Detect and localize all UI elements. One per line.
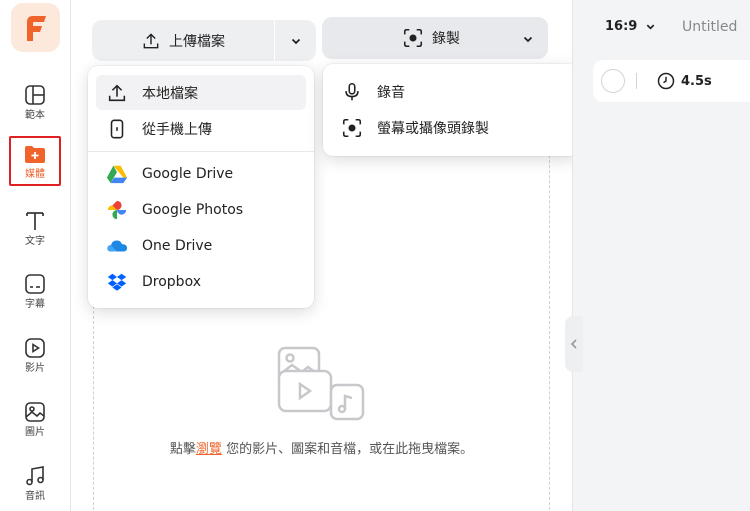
duration-value: 4.5s <box>681 73 712 89</box>
google-photos-icon <box>107 200 127 219</box>
menu-item-google-drive[interactable]: Google Drive <box>96 156 306 191</box>
dropzone-instructions: 點擊瀏覽 您的影片、圖案和音檔，或在此拖曳檔案。 <box>71 438 572 457</box>
record-dropdown-menu: 錄音 螢幕或攝像頭錄製 <box>323 64 579 156</box>
sidebar-item-label: 音訊 <box>25 491 45 502</box>
app-window: 範本 媒體 文字 字幕 影片 圖片 音訊 上傳檔案 錄製 點擊瀏覽 您的影片、圖… <box>0 0 750 511</box>
menu-item-label: 從手機上傳 <box>142 121 212 138</box>
menu-item-one-drive[interactable]: One Drive <box>96 228 306 263</box>
record-dropdown-toggle[interactable] <box>522 30 534 49</box>
record-button-content: 錄製 <box>322 27 502 49</box>
upload-dropdown-toggle[interactable] <box>275 35 316 47</box>
chevron-down-icon <box>291 38 300 44</box>
project-title[interactable]: Untitled <box>682 19 737 35</box>
menu-item-label: One Drive <box>142 237 213 254</box>
upload-split-button: 上傳檔案 <box>92 20 316 61</box>
app-logo[interactable] <box>11 3 60 52</box>
google-drive-icon <box>106 165 128 183</box>
menu-item-label: Google Photos <box>142 201 244 218</box>
menu-item-phone-upload[interactable]: 從手機上傳 <box>96 111 306 146</box>
sidebar-item-subtitles[interactable]: 字幕 <box>9 266 61 316</box>
sidebar-item-text[interactable]: 文字 <box>9 203 61 253</box>
music-icon <box>26 466 44 486</box>
menu-divider <box>88 151 314 152</box>
dropbox-icon <box>107 273 127 291</box>
menu-item-label: Google Drive <box>142 165 234 182</box>
chevron-down-icon <box>523 36 533 43</box>
record-button-label: 錄製 <box>432 31 460 47</box>
menu-item-label: 錄音 <box>377 84 405 101</box>
duration-control[interactable]: 4.5s <box>656 71 712 91</box>
upload-icon <box>143 32 159 48</box>
upload-dropdown-menu: 本地檔案 從手機上傳 Google Drive Google Photos On… <box>88 66 314 308</box>
sidebar-item-label: 影片 <box>25 363 45 374</box>
logo-icon <box>26 15 46 41</box>
sidebar-item-templates[interactable]: 範本 <box>9 77 61 127</box>
menu-item-local-file[interactable]: 本地檔案 <box>96 75 306 110</box>
chevron-down-icon <box>647 24 655 30</box>
right-panel: 16:9 Untitled 4.5s <box>572 0 750 511</box>
screen-record-icon <box>342 118 362 137</box>
browse-link[interactable]: 瀏覽 <box>196 442 222 457</box>
menu-item-label: 螢幕或攝像頭錄製 <box>377 120 489 137</box>
upload-icon <box>108 84 126 101</box>
sidebar-item-label: 字幕 <box>25 299 45 310</box>
subtitle-icon <box>25 274 45 294</box>
color-swatch[interactable] <box>601 69 625 93</box>
sidebar-item-label: 媒體 <box>25 169 45 180</box>
clock-icon <box>657 72 675 90</box>
timing-divider <box>636 73 637 89</box>
sidebar-item-label: 圖片 <box>25 427 45 438</box>
sidebar-item-label: 範本 <box>25 110 45 121</box>
phone-icon <box>110 119 124 138</box>
aspect-ratio-select[interactable]: 16:9 <box>605 19 656 34</box>
sidebar-item-videos[interactable]: 影片 <box>9 330 61 380</box>
sidebar-item-images[interactable]: 圖片 <box>9 394 61 444</box>
menu-item-record-audio[interactable]: 錄音 <box>331 74 571 109</box>
video-icon <box>25 338 45 358</box>
left-sidebar: 範本 媒體 文字 字幕 影片 圖片 音訊 <box>0 0 71 511</box>
record-button[interactable]: 錄製 <box>322 17 548 59</box>
sidebar-item-media[interactable]: 媒體 <box>9 136 61 186</box>
panel-collapse-handle[interactable] <box>565 316 583 372</box>
template-icon <box>25 85 45 105</box>
menu-item-dropbox[interactable]: Dropbox <box>96 264 306 299</box>
menu-item-google-photos[interactable]: Google Photos <box>96 192 306 227</box>
aspect-ratio-value: 16:9 <box>605 19 638 34</box>
menu-item-record-screen[interactable]: 螢幕或攝像頭錄製 <box>331 110 571 145</box>
upload-button[interactable]: 上傳檔案 <box>92 20 274 61</box>
sidebar-item-label: 文字 <box>25 236 45 247</box>
dropzone-suffix: 您的影片、圖案和音檔，或在此拖曳檔案。 <box>221 442 474 457</box>
text-icon <box>26 212 44 230</box>
upload-button-label: 上傳檔案 <box>169 33 225 50</box>
menu-item-label: Dropbox <box>142 273 201 290</box>
menu-item-label: 本地檔案 <box>142 85 198 102</box>
microphone-icon <box>345 82 359 100</box>
media-folder-icon <box>25 146 45 163</box>
chevron-left-icon <box>570 339 577 349</box>
record-icon <box>403 28 423 48</box>
sidebar-item-audio[interactable]: 音訊 <box>9 458 61 508</box>
media-placeholder-icon <box>276 345 366 429</box>
image-icon <box>25 402 45 422</box>
dropzone-prefix: 點擊 <box>169 442 196 457</box>
clip-timing-bar: 4.5s <box>593 60 750 102</box>
onedrive-icon <box>107 240 128 251</box>
